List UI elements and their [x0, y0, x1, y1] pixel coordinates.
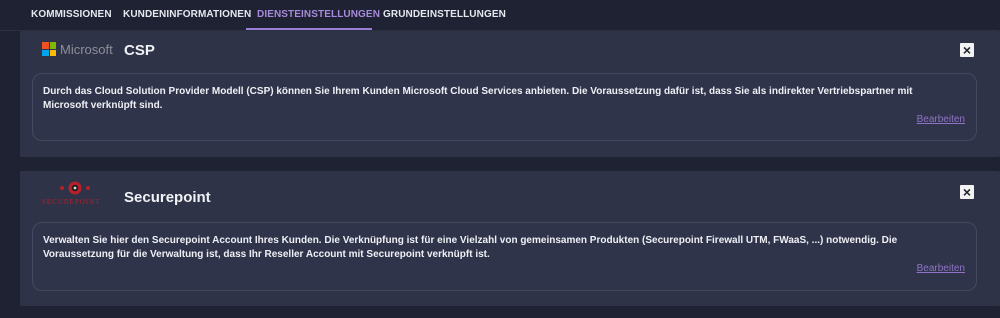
edit-link[interactable]: Bearbeiten	[917, 114, 965, 125]
card-title: CSP	[124, 42, 155, 59]
microsoft-wordmark: Microsoft	[60, 42, 113, 57]
tab-grundeinstellungen[interactable]: GRUNDEINSTELLUNGEN	[383, 9, 506, 20]
card-body: Verwalten Sie hier den Securepoint Accou…	[32, 222, 977, 291]
tab-bar: KOMMISSIONEN KUNDENINFORMATIONEN DIENSTE…	[0, 0, 1000, 31]
card-header: SECUREPOINT Securepoint ×	[20, 171, 1000, 211]
close-button[interactable]: ×	[960, 185, 974, 199]
securepoint-emblem-icon	[60, 181, 90, 195]
securepoint-logo: SECUREPOINT	[42, 179, 112, 209]
tab-kommissionen[interactable]: KOMMISSIONEN	[31, 9, 112, 20]
microsoft-grid-icon	[42, 42, 56, 56]
service-card-csp: Microsoft CSP × Durch das Cloud Solution…	[20, 31, 1000, 157]
service-card-securepoint: SECUREPOINT Securepoint × Verwalten Sie …	[20, 171, 1000, 306]
card-title: Securepoint	[124, 189, 211, 206]
securepoint-wordmark: SECUREPOINT	[42, 198, 101, 206]
card-description: Verwalten Sie hier den Securepoint Accou…	[43, 235, 898, 260]
close-icon: ×	[962, 42, 972, 58]
card-body: Durch das Cloud Solution Provider Modell…	[32, 73, 977, 141]
tab-kundeninformationen[interactable]: KUNDENINFORMATIONEN	[123, 9, 251, 20]
close-button[interactable]: ×	[960, 43, 974, 57]
card-description: Durch das Cloud Solution Provider Modell…	[43, 86, 913, 111]
tab-diensteinstellungen[interactable]: DIENSTEINSTELLUNGEN	[257, 9, 380, 20]
card-header: Microsoft CSP ×	[20, 31, 1000, 71]
active-tab-indicator	[246, 28, 372, 30]
microsoft-logo: Microsoft	[42, 42, 117, 58]
edit-link[interactable]: Bearbeiten	[917, 263, 965, 274]
close-icon: ×	[962, 184, 972, 200]
